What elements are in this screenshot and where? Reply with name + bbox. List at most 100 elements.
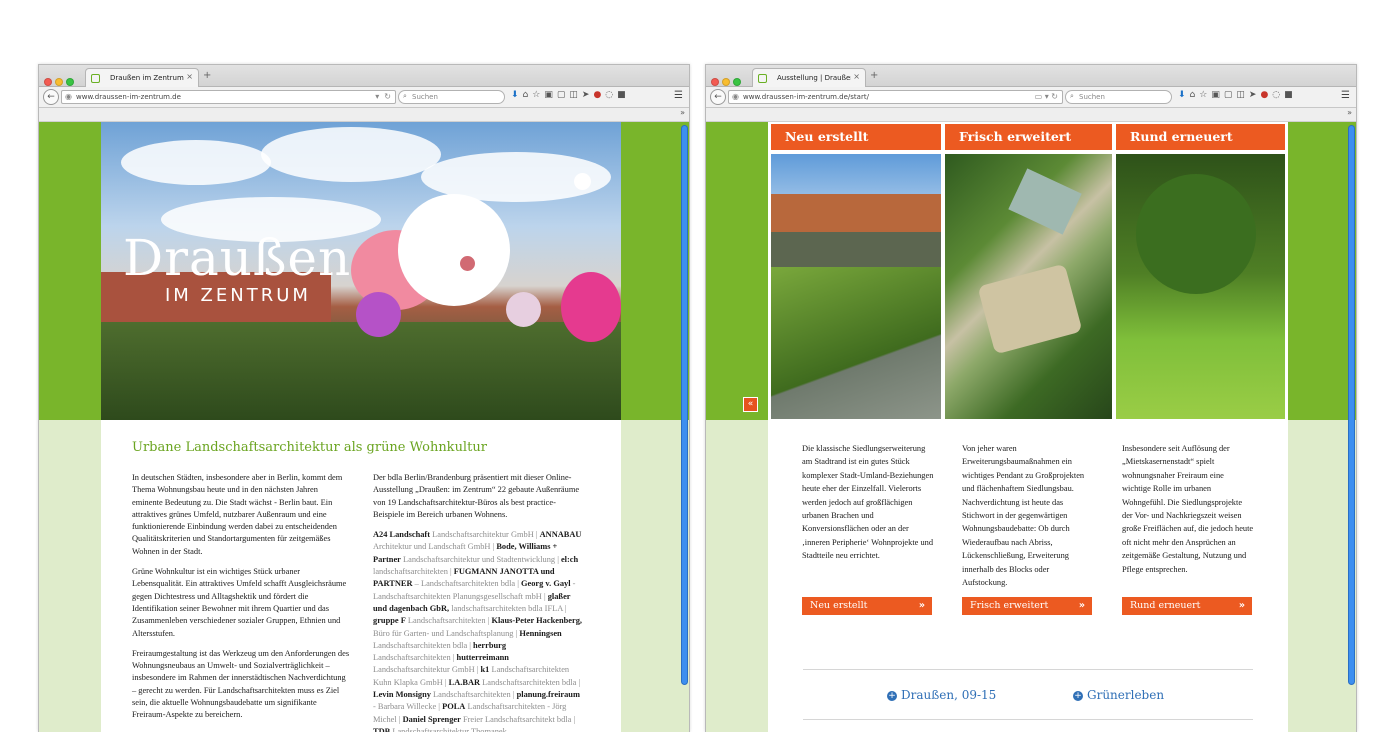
neu-erstellt-button[interactable]: Neu erstellt » <box>802 597 932 615</box>
browser-tab[interactable]: Ausstellung | Draußen im ... × <box>752 68 866 87</box>
plus-circle-icon: + <box>887 691 897 701</box>
menu-icon[interactable]: ☰ <box>674 90 683 101</box>
clipboard-icon[interactable]: ▣ <box>1211 90 1220 100</box>
home-icon[interactable]: ⌂ <box>1190 90 1196 100</box>
overflow-chevron-icon[interactable]: » <box>680 108 685 117</box>
flower-shape <box>506 292 541 327</box>
link-draussen-09-15[interactable]: + Draußen, 09-15 <box>887 688 996 702</box>
clipboard-icon[interactable]: ▣ <box>544 90 553 100</box>
firm-description: - Barbara Willecke | <box>373 702 440 712</box>
firm-description: Landschaftsarchitekten | <box>373 653 455 663</box>
link-gruenerleben[interactable]: + Grünerleben <box>1073 688 1164 702</box>
logo-subtitle: IM ZENTRUM <box>165 285 311 306</box>
heading-rund-erneuert[interactable]: Rund erneuert <box>1116 124 1285 150</box>
bookmark-star-icon[interactable]: ☆ <box>532 90 540 100</box>
lock-icon[interactable]: ▢ <box>557 90 566 100</box>
search-input[interactable]: ⌕ Suchen <box>1065 90 1172 104</box>
flower-shape <box>356 292 401 337</box>
nav-toolbar: ← ◉ www.draussen-im-zentrum.de/start/ ▭ … <box>706 87 1356 108</box>
button-label: Frisch erweitert <box>970 600 1049 611</box>
send-icon[interactable]: ➤ <box>582 90 590 100</box>
bookmark-star-icon[interactable]: ☆ <box>1199 90 1207 100</box>
firm-description: Landschaftsarchitekten | <box>433 690 515 700</box>
text-frisch-erweitert: Von jeher waren Erweiterungsbaumaßnahmen… <box>962 444 1085 588</box>
back-button[interactable]: ← <box>43 89 59 105</box>
plus-circle-icon: + <box>1073 691 1083 701</box>
download-icon[interactable]: ⬇ <box>511 90 519 100</box>
building-shape <box>771 194 941 232</box>
browser-window-left: Draußen im Zentrum × + ← ◉ www.draussen-… <box>38 64 690 732</box>
search-icon: ⌕ <box>1070 92 1074 100</box>
logo-title: Draußen <box>123 229 352 287</box>
chat-icon[interactable]: ◌ <box>605 90 613 100</box>
firm-description: landschaftsarchitekten | <box>373 567 452 577</box>
search-icon: ⌕ <box>403 92 407 100</box>
tab-close-icon[interactable]: × <box>853 72 860 81</box>
article-column-1: In deutschen Städten, insbesondere aber … <box>132 472 350 730</box>
search-placeholder: Suchen <box>412 93 438 101</box>
adblock-icon[interactable]: ● <box>1260 90 1268 100</box>
back-button[interactable]: ← <box>710 89 726 105</box>
url-text: www.draussen-im-zentrum.de <box>76 93 181 101</box>
heading-frisch-erweitert[interactable]: Frisch erweitert <box>945 124 1112 150</box>
firm-name: POLA <box>442 702 466 712</box>
article-title: Urbane Landschaftsarchitektur als grüne … <box>132 440 487 455</box>
body-paragraph: Freiraumgestaltung ist das Werkzeug um d… <box>132 648 350 720</box>
close-window-icon[interactable] <box>711 78 719 86</box>
url-bar[interactable]: ◉ www.draussen-im-zentrum.de/start/ ▭ ▾ … <box>728 90 1063 104</box>
scrollbar[interactable] <box>681 125 688 685</box>
photo-frisch-erweitert[interactable] <box>945 154 1112 419</box>
tab-close-icon[interactable]: × <box>186 72 193 81</box>
collapse-sidebar-button[interactable]: « <box>743 397 758 412</box>
toolbar-icons: ⬇ ⌂ ☆ ▣ ▢ ◫ ➤ ● ◌ ■ <box>511 90 630 100</box>
chat-icon[interactable]: ◌ <box>1272 90 1280 100</box>
new-tab-button[interactable]: + <box>203 70 211 81</box>
firm-name: Levin Monsigny <box>373 690 431 700</box>
rund-erneuert-button[interactable]: Rund erneuert » <box>1122 597 1252 615</box>
lock-icon[interactable]: ▢ <box>1224 90 1233 100</box>
minimize-window-icon[interactable] <box>55 78 63 86</box>
grass-roof-shape <box>771 267 941 419</box>
foliage-shape <box>101 322 621 420</box>
tab-bar: Ausstellung | Draußen im ... × + <box>706 65 1356 87</box>
reader-view-icon[interactable]: ▭ ▾ ↻ <box>1035 92 1058 101</box>
body-paragraph: In deutschen Städten, insbesondere aber … <box>132 473 343 556</box>
extension-icon[interactable]: ■ <box>1284 90 1293 100</box>
new-tab-button[interactable]: + <box>870 70 878 81</box>
browser-tab[interactable]: Draußen im Zentrum × <box>85 68 199 87</box>
scrollbar[interactable] <box>1348 125 1355 685</box>
close-window-icon[interactable] <box>44 78 52 86</box>
adblock-icon[interactable]: ● <box>593 90 601 100</box>
site-favicon-icon <box>91 74 100 83</box>
url-bar[interactable]: ◉ www.draussen-im-zentrum.de ▾ ↻ <box>61 90 396 104</box>
download-icon[interactable]: ⬇ <box>1178 90 1186 100</box>
courtyard-shape <box>977 263 1083 355</box>
firm-description: – Landschaftsarchitekten bdla | <box>414 579 519 589</box>
zoom-window-icon[interactable] <box>733 78 741 86</box>
double-chevron-right-icon: » <box>1078 600 1085 611</box>
url-text: www.draussen-im-zentrum.de/start/ <box>743 93 869 101</box>
firm-name: el:ch <box>560 554 579 564</box>
firm-description: Büro für Garten- und Landschaftsplanung … <box>373 628 518 638</box>
tab-bar: Draußen im Zentrum × + <box>39 65 689 87</box>
zoom-window-icon[interactable] <box>66 78 74 86</box>
frisch-erweitert-button[interactable]: Frisch erweitert » <box>962 597 1092 615</box>
hero-image: Draußen IM ZENTRUM <box>101 122 621 420</box>
pocket-icon[interactable]: ◫ <box>1236 90 1245 100</box>
menu-icon[interactable]: ☰ <box>1341 90 1350 101</box>
reload-icon[interactable]: ▾ ↻ <box>375 92 391 101</box>
overflow-chevron-icon[interactable]: » <box>1347 108 1352 117</box>
nav-toolbar: ← ◉ www.draussen-im-zentrum.de ▾ ↻ ⌕ Suc… <box>39 87 689 108</box>
button-label: Rund erneuert <box>1130 600 1201 611</box>
search-input[interactable]: ⌕ Suchen <box>398 90 505 104</box>
photo-rund-erneuert[interactable] <box>1116 154 1285 419</box>
photo-neu-erstellt[interactable] <box>771 154 941 419</box>
send-icon[interactable]: ➤ <box>1249 90 1257 100</box>
firm-description: Landschaftsarchitektur GmbH | <box>432 530 538 540</box>
pocket-icon[interactable]: ◫ <box>569 90 578 100</box>
minimize-window-icon[interactable] <box>722 78 730 86</box>
heading-neu-erstellt[interactable]: Neu erstellt <box>771 124 941 150</box>
toolbar-icons: ⬇ ⌂ ☆ ▣ ▢ ◫ ➤ ● ◌ ■ <box>1178 90 1297 100</box>
extension-icon[interactable]: ■ <box>617 90 626 100</box>
home-icon[interactable]: ⌂ <box>523 90 529 100</box>
